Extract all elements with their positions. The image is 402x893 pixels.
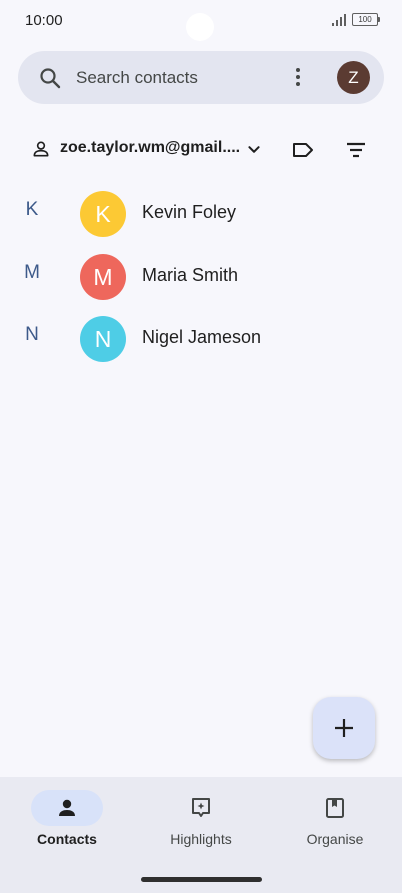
more-vert-icon[interactable] xyxy=(286,65,310,89)
contact-name: Maria Smith xyxy=(142,264,239,285)
camera-cutout xyxy=(186,13,214,41)
contact-avatar: K xyxy=(80,191,126,237)
status-time: 10:00 xyxy=(25,12,63,29)
chevron-down-icon[interactable] xyxy=(243,138,265,160)
contact-row-maria-smith[interactable]: M M Maria Smith xyxy=(0,249,402,312)
home-indicator[interactable] xyxy=(141,877,262,882)
nav-organise[interactable]: Organise xyxy=(268,777,402,867)
status-bar: 10:00 100 xyxy=(0,0,402,41)
filter-icon[interactable] xyxy=(343,137,369,163)
search-input[interactable] xyxy=(76,63,276,93)
section-letter: N xyxy=(25,324,39,345)
contact-name: Kevin Foley xyxy=(142,202,237,222)
nav-highlights[interactable]: Highlights xyxy=(134,777,268,867)
section-letter: K xyxy=(25,199,39,220)
status-icons: 100 xyxy=(332,13,380,26)
contact-row-nigel-jameson[interactable]: N N Nigel Jameson xyxy=(0,311,402,374)
person-icon xyxy=(59,799,75,816)
person-outline-icon xyxy=(33,141,49,157)
nav-label: Contacts xyxy=(37,831,97,847)
signal-icon xyxy=(332,13,346,26)
label-icon[interactable] xyxy=(290,137,316,163)
account-row: zoe.taylor.wm@gmail.... xyxy=(0,130,402,170)
nav-label: Highlights xyxy=(170,831,232,847)
contact-avatar: M xyxy=(80,253,126,300)
search-icon[interactable] xyxy=(38,66,62,90)
account-avatar[interactable]: Z xyxy=(337,61,370,94)
bookmark-book-icon xyxy=(326,798,344,818)
add-contact-button[interactable] xyxy=(313,697,375,759)
contact-row-kevin-foley[interactable]: K K Kevin Foley xyxy=(0,186,402,249)
contact-name: Nigel Jameson xyxy=(142,327,262,347)
contacts-list: K K Kevin Foley M M Maria Smith N N Nige… xyxy=(0,186,402,374)
search-bar[interactable]: Z xyxy=(18,51,384,104)
highlights-icon xyxy=(192,798,210,817)
nav-label: Organise xyxy=(306,831,364,847)
contact-avatar: N xyxy=(80,316,126,362)
account-email[interactable]: zoe.taylor.wm@gmail.... xyxy=(60,139,240,157)
plus-icon xyxy=(335,719,353,737)
bottom-navigation: Contacts Highlights Organise xyxy=(0,777,402,893)
section-letter: M xyxy=(24,261,40,283)
battery-icon: 100 xyxy=(352,13,380,26)
nav-contacts[interactable]: Contacts xyxy=(0,777,134,867)
